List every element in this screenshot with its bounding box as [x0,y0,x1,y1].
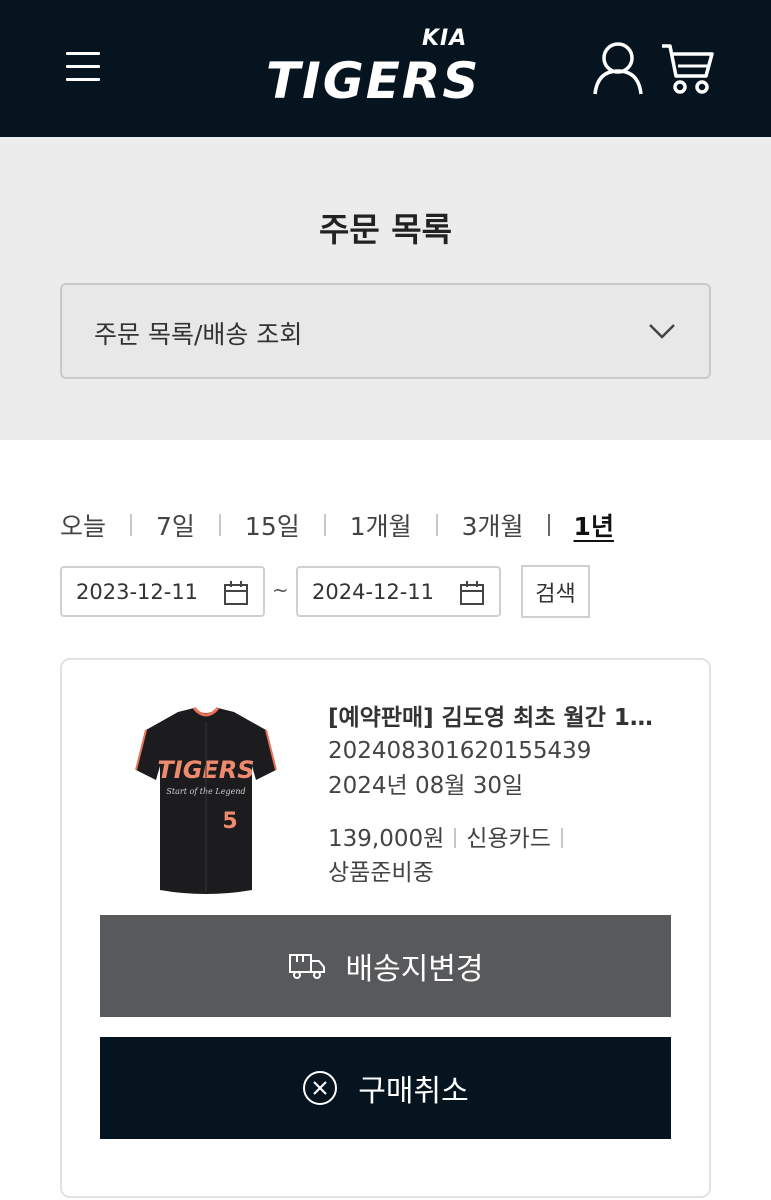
order-number: 202408301620155439 [328,738,592,764]
order-info: [예약판매] 김도영 최초 월간 1… 202408301620155439 2… [328,698,678,890]
order-menu-select-value: 주문 목록/배송 조회 [94,320,303,349]
menu-icon[interactable] [66,52,100,84]
meta-divider [560,828,563,848]
date-range-separator: ~ [272,578,289,602]
cancel-purchase-label: 구매취소 [358,1074,469,1109]
order-status: 상품준비중 [328,860,434,886]
order-meta: 139,000원 신용카드 상품준비중 [328,822,678,890]
search-button[interactable]: 검색 [521,565,590,618]
change-address-button[interactable]: 배송지변경 [100,915,671,1017]
period-today[interactable]: 오늘 [60,507,106,543]
order-date: 2024년 08월 30일 [328,773,524,799]
period-filter: 오늘 7일 15일 1개월 3개월 1년 [60,505,614,545]
end-date-field[interactable]: 2024-12-11 [296,566,501,617]
jersey-number: 5 [222,809,237,834]
product-name[interactable]: [예약판매] 김도영 최초 월간 1… [328,698,668,732]
calendar-icon[interactable] [223,580,249,606]
period-divider [130,514,133,536]
change-address-label: 배송지변경 [345,952,484,987]
chevron-down-icon [649,324,675,339]
start-date-value: 2023-12-11 [76,580,199,604]
close-circle-icon [303,1071,338,1105]
period-divider [435,514,438,536]
period-divider [323,514,326,536]
period-divider [547,514,550,536]
order-card: TIGERS Start of the Legend 5 [예약판매] 김도영 … [60,658,711,1198]
end-date-value: 2024-12-11 [312,580,435,604]
page-title: 주문 목록 [319,210,452,249]
cancel-purchase-button[interactable]: 구매취소 [100,1037,671,1139]
logo-tigers-text: TIGERS [266,52,481,110]
user-icon[interactable] [592,40,644,96]
jersey-product-image[interactable]: TIGERS Start of the Legend 5 [126,700,286,900]
period-divider [218,514,221,536]
period-7days[interactable]: 7일 [156,507,195,543]
order-price: 139,000원 [328,826,445,852]
period-1month[interactable]: 1개월 [350,507,412,543]
period-15days[interactable]: 15일 [245,507,300,543]
tigers-logo[interactable]: KIA TIGERS [262,24,502,110]
order-menu-select[interactable]: 주문 목록/배송 조회 [60,283,711,379]
start-date-field[interactable]: 2023-12-11 [60,566,265,617]
logo-kia-text: KIA [422,26,468,51]
order-list-header-panel: 주문 목록 주문 목록/배송 조회 [0,137,771,440]
site-header: KIA TIGERS [0,0,771,137]
delivery-truck-icon [288,954,325,979]
period-3months[interactable]: 3개월 [462,507,524,543]
cart-icon[interactable] [660,40,716,96]
period-1year[interactable]: 1년 [574,507,614,543]
meta-divider [454,828,457,848]
calendar-icon[interactable] [459,580,485,606]
payment-method: 신용카드 [466,826,551,852]
